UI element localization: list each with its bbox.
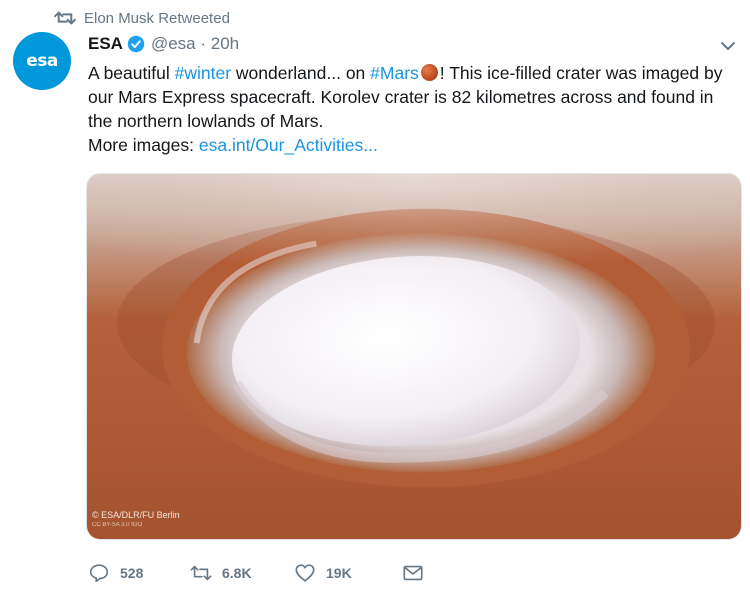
image-credit-line1: © ESA/DLR/FU Berlin: [92, 510, 180, 520]
retweet-count: 6.8K: [222, 565, 252, 581]
retweet-button[interactable]: 6.8K: [190, 561, 294, 585]
reply-count: 528: [120, 565, 144, 581]
retweet-banner: Elon Musk Retweeted: [54, 8, 230, 28]
tweet-text-part: wonderland... on: [231, 63, 371, 83]
like-icon: [295, 564, 315, 582]
retweet-icon: [54, 11, 76, 25]
like-count: 19K: [326, 565, 352, 581]
image-credit: © ESA/DLR/FU Berlin CC BY-SA 3.0 IGO: [92, 510, 180, 530]
verified-badge-icon: [127, 35, 145, 53]
retweet-icon: [190, 565, 212, 581]
more-images-label: More images:: [88, 135, 199, 155]
retweet-banner-text[interactable]: Elon Musk Retweeted: [84, 10, 230, 27]
chevron-down-icon[interactable]: [720, 40, 736, 52]
image-credit-line2: CC BY-SA 3.0 IGO: [92, 522, 143, 528]
reply-icon: [89, 564, 109, 583]
avatar-logo-text: esa: [26, 51, 58, 71]
tweet-link[interactable]: esa.int/Our_Activities...: [199, 135, 378, 155]
tweet-header: ESA @esa · 20h: [88, 32, 239, 56]
handle-and-time[interactable]: @esa · 20h: [151, 34, 239, 54]
message-icon: [403, 565, 423, 581]
avatar[interactable]: esa: [13, 32, 71, 90]
tweet-text-part: A beautiful: [88, 63, 175, 83]
crater-image: [87, 174, 741, 539]
hashtag-winter[interactable]: #winter: [175, 63, 231, 83]
direct-message-button[interactable]: [402, 561, 434, 585]
tweet-image[interactable]: © ESA/DLR/FU Berlin CC BY-SA 3.0 IGO: [86, 173, 742, 540]
mars-emoji: [420, 64, 438, 81]
reply-button[interactable]: 528: [88, 561, 190, 585]
like-button[interactable]: 19K: [294, 561, 402, 585]
author-name[interactable]: ESA: [88, 34, 123, 54]
tweet-actions: 528 6.8K 19K: [88, 561, 434, 585]
tweet-text: A beautiful #winter wonderland... on #Ma…: [88, 61, 728, 157]
hashtag-mars[interactable]: #Mars: [370, 63, 419, 83]
